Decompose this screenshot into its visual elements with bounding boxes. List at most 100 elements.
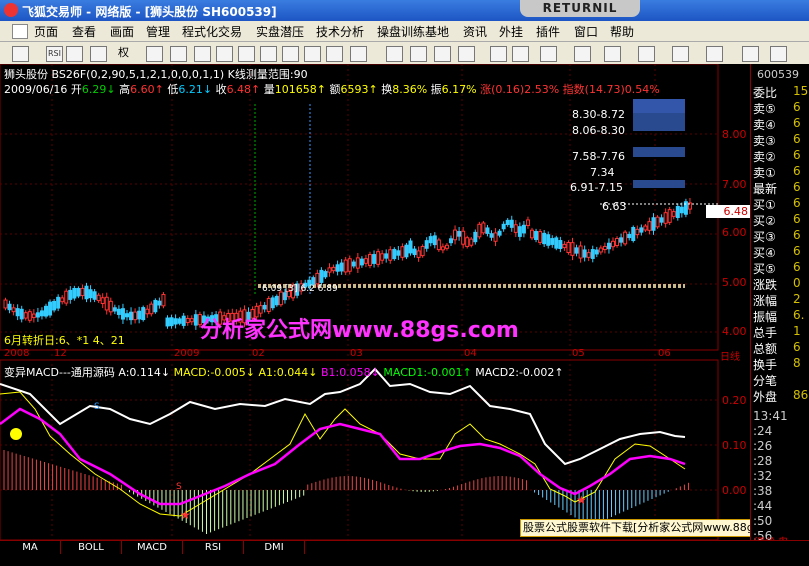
indicator-icon[interactable] <box>146 46 163 62</box>
print-icon[interactable] <box>216 46 233 62</box>
menu-app-icon[interactable] <box>12 24 28 39</box>
menu-item-external[interactable]: 外挂 <box>499 23 523 40</box>
panel-icon[interactable] <box>434 46 451 62</box>
level-box-2 <box>633 113 685 131</box>
zoom-in-icon[interactable] <box>90 46 107 62</box>
menu-item-help[interactable]: 帮助 <box>610 23 634 40</box>
tab-rsi[interactable]: RSI <box>183 541 244 554</box>
quote-value: 1 <box>793 324 801 338</box>
lower-grid <box>0 399 718 491</box>
tick-time: :32 <box>753 469 773 483</box>
x-label-06: 06 <box>658 348 671 359</box>
menu-item-plugin[interactable]: 插件 <box>536 23 560 40</box>
amp-label: 振 <box>430 83 442 96</box>
a-value: A:0.114↓ <box>118 366 171 379</box>
parallel-tool-icon[interactable] <box>540 46 557 62</box>
quote-value: 86 <box>793 388 809 402</box>
quote-value: 6 <box>793 100 801 114</box>
ad-banner[interactable]: 股票公式股票软件下载[分析家公式网www.88gs.com] <box>520 519 791 537</box>
rsi-button[interactable]: RSI <box>46 46 63 62</box>
indicator-tabs: MA BOLL MACD RSI DMI <box>0 540 809 555</box>
quote-label: 卖③ <box>753 134 776 148</box>
quote-label: 卖⑤ <box>753 102 776 116</box>
rectangle-tool-icon[interactable] <box>706 46 723 62</box>
level-label-2: 8.06-8.30 <box>572 124 625 137</box>
quote-label: 买⑤ <box>753 262 776 276</box>
cursor-icon[interactable] <box>490 46 507 62</box>
tab-dmi[interactable]: DMI <box>244 541 305 554</box>
level-label-3: 7.58-7.76 <box>572 150 625 163</box>
quote-value: 6 <box>793 260 801 274</box>
buy-star-marker-1: ★ <box>180 508 191 522</box>
pen-icon[interactable] <box>326 46 343 62</box>
lower-y-010: 0.10 <box>722 439 747 452</box>
channel-tool-icon[interactable] <box>638 46 655 62</box>
fan-tool-icon[interactable] <box>604 46 621 62</box>
menu-item-technical[interactable]: 技术分析 <box>316 23 364 40</box>
quote-label: 最新 <box>753 182 778 196</box>
quote-value: 6 <box>793 340 801 354</box>
compare-icon[interactable] <box>260 46 277 62</box>
tick-time: 13:41 <box>753 409 788 423</box>
chart-svg: ★ ★ S S <box>0 64 719 541</box>
low-label: 低 <box>167 83 179 96</box>
level-box-3 <box>633 147 685 157</box>
quote-label: 卖② <box>753 150 776 164</box>
sell-marker-1: S <box>176 482 182 492</box>
quote-value: 6 <box>793 148 801 162</box>
chart-icon[interactable] <box>12 46 29 62</box>
window-icon[interactable] <box>386 46 403 62</box>
quote-value: 2 <box>793 292 801 306</box>
calendar-icon[interactable] <box>170 46 187 62</box>
close-value: 6.48↑ <box>226 83 261 96</box>
quote-value: 6. <box>793 308 805 322</box>
save-icon[interactable] <box>194 46 211 62</box>
level-label-4: 7.34 <box>590 166 615 179</box>
move-icon[interactable] <box>66 46 83 62</box>
line-tool-icon[interactable] <box>512 46 529 62</box>
tab-boll[interactable]: BOLL <box>61 541 122 554</box>
grid-icon[interactable] <box>350 46 367 62</box>
quote-panel: 600539 委比 15. 卖⑤ 6 卖④ 6 卖③ 6 卖② 6 卖① 6 最新 6 买① 6 买② 6 买③ 6 买… <box>750 64 809 552</box>
text-tool-icon[interactable] <box>672 46 689 62</box>
quote-label: 振幅 <box>753 310 778 324</box>
turn-label: 换 <box>381 83 393 96</box>
menu-item-news[interactable]: 资讯 <box>463 23 487 40</box>
menu-item-window[interactable]: 窗口 <box>574 23 598 40</box>
high-value: 6.60↑ <box>130 83 164 96</box>
menu-item-view[interactable]: 查看 <box>72 23 96 40</box>
x-label-04: 04 <box>464 348 477 359</box>
menu-item-screen[interactable]: 画面 <box>110 23 134 40</box>
quote-label: 委比 <box>753 86 778 100</box>
level-label-1: 8.30-8.72 <box>572 108 625 121</box>
high-label: 高 <box>119 83 131 96</box>
tab-ma[interactable]: MA <box>0 541 61 554</box>
table-icon[interactable] <box>458 46 475 62</box>
tab-macd[interactable]: MACD <box>122 541 183 554</box>
menu-item-page[interactable]: 页面 <box>34 23 58 40</box>
book-icon[interactable] <box>238 46 255 62</box>
adjust-button[interactable]: 权 <box>116 46 131 60</box>
quote-label: 涨跌 <box>753 278 778 292</box>
quote-value: 0 <box>793 276 801 290</box>
y-axis-label-7: 7.00 <box>722 178 747 191</box>
quote-label: 卖④ <box>753 118 776 132</box>
menu-item-training[interactable]: 操盘训练基地 <box>377 23 449 40</box>
layout-icon[interactable] <box>410 46 427 62</box>
macd-value: MACD:-0.005↓ <box>173 366 255 379</box>
delete-icon[interactable] <box>770 46 787 62</box>
quote-value: 6 <box>793 196 801 210</box>
white-line <box>0 367 686 466</box>
chart-area[interactable]: ★ ★ S S <box>0 64 750 552</box>
stock-code: 600539 <box>757 68 799 81</box>
menu-item-manage[interactable]: 管理 <box>146 23 170 40</box>
x-label-2009: 2009 <box>174 348 200 359</box>
color-tool-icon[interactable] <box>742 46 759 62</box>
vertical-lines-icon[interactable] <box>574 46 591 62</box>
menu-item-realtime[interactable]: 实盘潜压 <box>256 23 304 40</box>
vol-label: 量 <box>263 83 275 96</box>
settings-icon[interactable] <box>282 46 299 62</box>
macd1-value: MACD1:-0.001↑ <box>383 366 472 379</box>
menu-item-programmatic[interactable]: 程式化交易 <box>182 23 242 40</box>
info-icon[interactable] <box>304 46 321 62</box>
